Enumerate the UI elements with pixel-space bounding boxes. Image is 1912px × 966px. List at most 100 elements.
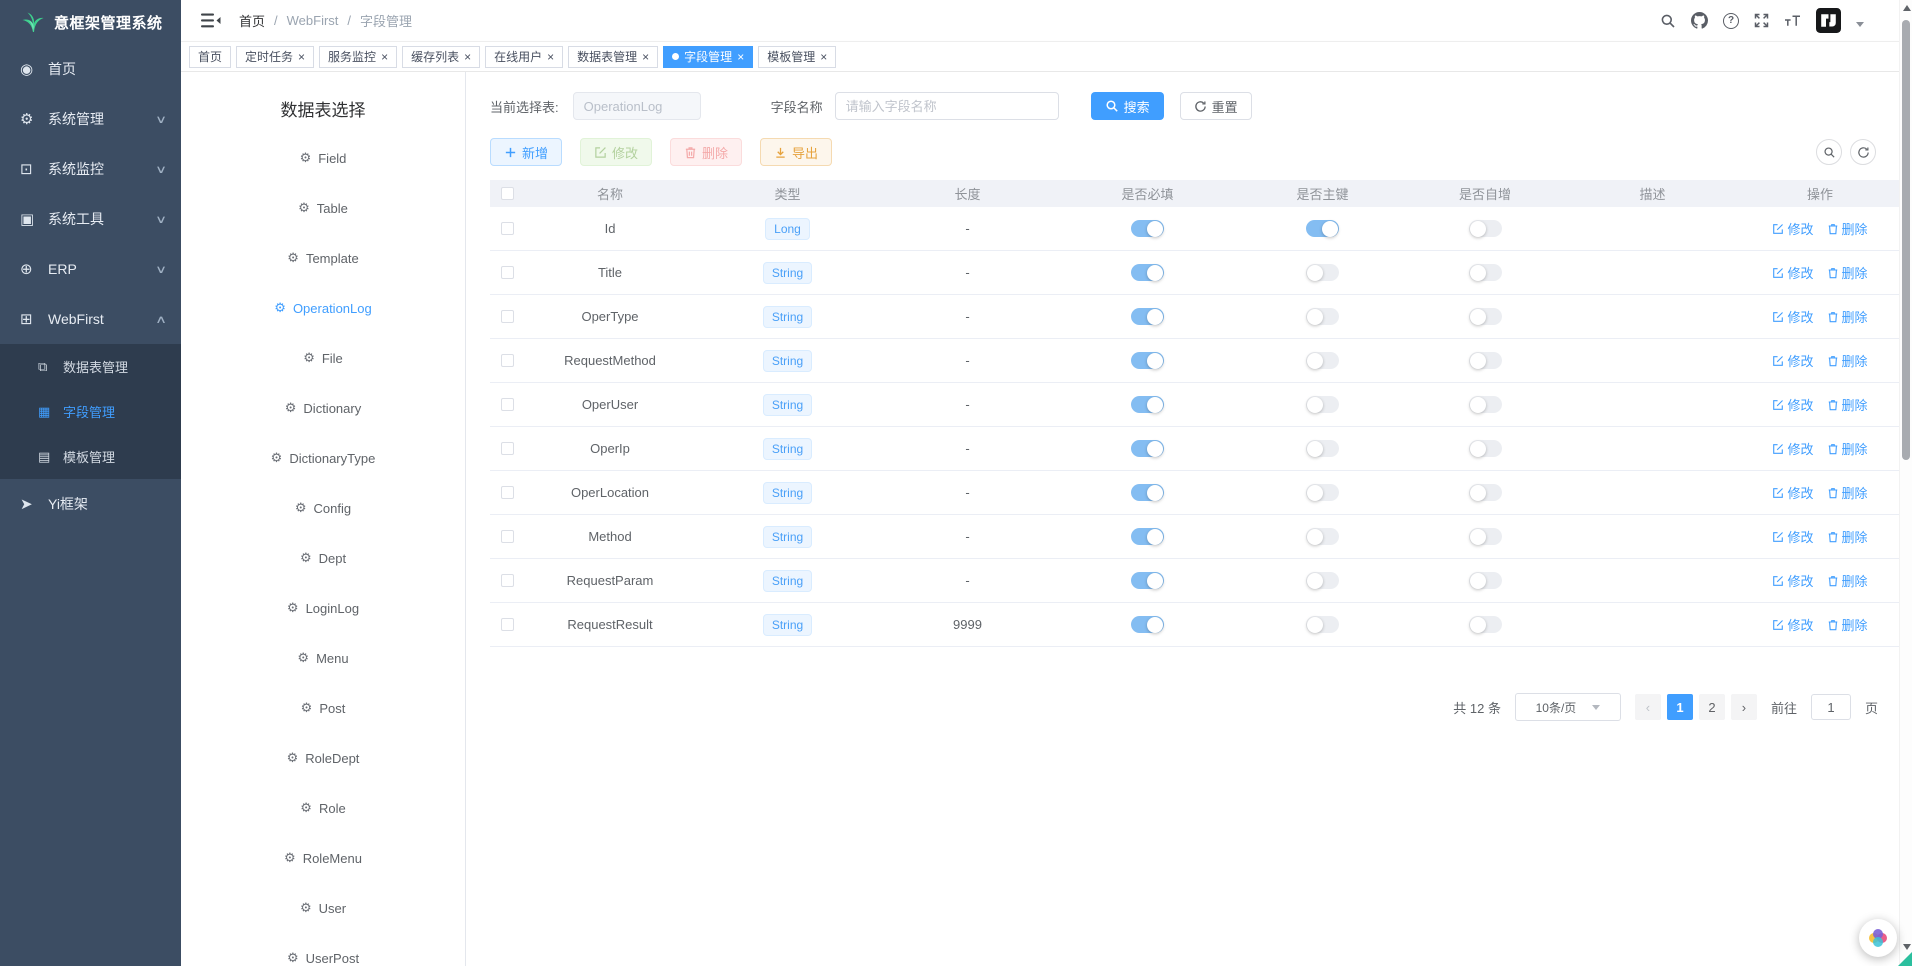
row-delete-link[interactable]: 删除 xyxy=(1827,527,1868,546)
view-tab[interactable]: 服务监控 xyxy=(319,46,397,68)
auto-increment-toggle[interactable] xyxy=(1469,484,1502,501)
field-name-input[interactable] xyxy=(835,92,1059,120)
tree-item[interactable]: ⚙ File xyxy=(181,333,465,383)
breadcrumb-item[interactable]: 字段管理 xyxy=(360,11,412,30)
row-edit-link[interactable]: 修改 xyxy=(1772,615,1813,634)
font-size-icon[interactable] xyxy=(1784,14,1801,28)
row-edit-link[interactable]: 修改 xyxy=(1772,439,1813,458)
tab-close-icon[interactable] xyxy=(381,51,388,63)
sidebar-item[interactable]: ▣ 系统工具 ∨ xyxy=(0,194,181,244)
tree-item[interactable]: ⚙ Table xyxy=(181,183,465,233)
primary-key-toggle[interactable] xyxy=(1306,484,1339,501)
edit-button[interactable]: 修改 xyxy=(580,138,652,166)
required-toggle[interactable] xyxy=(1131,308,1164,325)
row-edit-link[interactable]: 修改 xyxy=(1772,307,1813,326)
row-checkbox[interactable] xyxy=(501,222,514,235)
row-edit-link[interactable]: 修改 xyxy=(1772,395,1813,414)
primary-key-toggle[interactable] xyxy=(1306,396,1339,413)
required-toggle[interactable] xyxy=(1131,440,1164,457)
tab-close-icon[interactable] xyxy=(547,51,554,63)
auto-increment-toggle[interactable] xyxy=(1469,616,1502,633)
primary-key-toggle[interactable] xyxy=(1306,308,1339,325)
user-menu-caret-icon[interactable] xyxy=(1856,22,1864,27)
primary-key-toggle[interactable] xyxy=(1306,572,1339,589)
row-edit-link[interactable]: 修改 xyxy=(1772,263,1813,282)
primary-key-toggle[interactable] xyxy=(1306,528,1339,545)
view-tab[interactable]: 在线用户 xyxy=(485,46,563,68)
tree-item[interactable]: ⚙ Menu xyxy=(181,633,465,683)
tab-close-icon[interactable] xyxy=(820,51,827,63)
delete-button[interactable]: 删除 xyxy=(670,138,742,166)
auto-increment-toggle[interactable] xyxy=(1469,308,1502,325)
tree-item[interactable]: ⚙ Template xyxy=(181,233,465,283)
row-delete-link[interactable]: 删除 xyxy=(1827,395,1868,414)
row-edit-link[interactable]: 修改 xyxy=(1772,527,1813,546)
row-checkbox[interactable] xyxy=(501,486,514,499)
row-delete-link[interactable]: 删除 xyxy=(1827,307,1868,326)
breadcrumb-item[interactable]: / xyxy=(347,13,351,28)
tree-item[interactable]: ⚙ Role xyxy=(181,783,465,833)
row-checkbox[interactable] xyxy=(501,354,514,367)
primary-key-toggle[interactable] xyxy=(1306,616,1339,633)
row-checkbox[interactable] xyxy=(501,574,514,587)
auto-increment-toggle[interactable] xyxy=(1469,352,1502,369)
add-button[interactable]: 新增 xyxy=(490,138,562,166)
tree-item[interactable]: ⚙ RoleMenu xyxy=(181,833,465,883)
required-toggle[interactable] xyxy=(1131,396,1164,413)
tree-item[interactable]: ⚙ LoginLog xyxy=(181,583,465,633)
row-delete-link[interactable]: 删除 xyxy=(1827,263,1868,282)
tab-close-icon[interactable] xyxy=(298,51,305,63)
sidebar-item[interactable]: ⊞ WebFirst ∧ xyxy=(0,294,181,344)
page-size-select[interactable]: 10条/页 xyxy=(1515,693,1621,721)
sidebar-subitem[interactable]: ▤ 模板管理 xyxy=(0,434,181,479)
tree-item[interactable]: ⚙ User xyxy=(181,883,465,933)
prev-page-button[interactable]: ‹ xyxy=(1635,694,1661,720)
fullscreen-icon[interactable] xyxy=(1754,13,1769,28)
select-all-checkbox[interactable] xyxy=(501,187,514,200)
sidebar-item[interactable]: ⚙ 系统管理 ∨ xyxy=(0,94,181,144)
scrollbar-thumb[interactable] xyxy=(1902,20,1910,460)
tree-item[interactable]: ⚙ DictionaryType xyxy=(181,433,465,483)
row-delete-link[interactable]: 删除 xyxy=(1827,483,1868,502)
current-table-input[interactable] xyxy=(573,92,701,120)
tree-item[interactable]: ⚙ Config xyxy=(181,483,465,533)
tree-item[interactable]: ⚙ RoleDept xyxy=(181,733,465,783)
breadcrumb-item[interactable]: 首页 xyxy=(239,11,265,30)
auto-increment-toggle[interactable] xyxy=(1469,572,1502,589)
user-avatar[interactable] xyxy=(1816,8,1841,33)
view-tab[interactable]: 数据表管理 xyxy=(568,46,658,68)
assistant-floating-button[interactable] xyxy=(1859,919,1897,957)
row-checkbox[interactable] xyxy=(501,398,514,411)
required-toggle[interactable] xyxy=(1131,352,1164,369)
page-number-button[interactable]: 2 xyxy=(1699,694,1725,720)
tree-item[interactable]: ⚙ Dept xyxy=(181,533,465,583)
view-tab[interactable]: 模板管理 xyxy=(758,46,836,68)
required-toggle[interactable] xyxy=(1131,616,1164,633)
sidebar-item[interactable]: ◉ 首页 xyxy=(0,44,181,94)
next-page-button[interactable]: › xyxy=(1731,694,1757,720)
primary-key-toggle[interactable] xyxy=(1306,352,1339,369)
view-tab[interactable]: 字段管理 xyxy=(663,46,753,68)
sidebar-item[interactable]: ⊡ 系统监控 ∨ xyxy=(0,144,181,194)
view-tab[interactable]: 定时任务 xyxy=(236,46,314,68)
breadcrumb-item[interactable]: / xyxy=(274,13,278,28)
primary-key-toggle[interactable] xyxy=(1306,440,1339,457)
show-search-icon[interactable] xyxy=(1816,139,1842,165)
view-tab[interactable]: 缓存列表 xyxy=(402,46,480,68)
required-toggle[interactable] xyxy=(1131,220,1164,237)
row-checkbox[interactable] xyxy=(501,442,514,455)
row-delete-link[interactable]: 删除 xyxy=(1827,351,1868,370)
row-delete-link[interactable]: 删除 xyxy=(1827,219,1868,238)
search-icon[interactable] xyxy=(1660,13,1676,29)
help-icon[interactable] xyxy=(1723,13,1739,29)
auto-increment-toggle[interactable] xyxy=(1469,440,1502,457)
primary-key-toggle[interactable] xyxy=(1306,220,1339,237)
row-checkbox[interactable] xyxy=(501,530,514,543)
primary-key-toggle[interactable] xyxy=(1306,264,1339,281)
goto-page-input[interactable] xyxy=(1811,694,1851,720)
auto-increment-toggle[interactable] xyxy=(1469,264,1502,281)
collapse-sidebar-icon[interactable] xyxy=(201,13,221,28)
required-toggle[interactable] xyxy=(1131,572,1164,589)
tab-close-icon[interactable] xyxy=(464,51,471,63)
sidebar-item[interactable]: ➤ Yi框架 xyxy=(0,479,181,529)
